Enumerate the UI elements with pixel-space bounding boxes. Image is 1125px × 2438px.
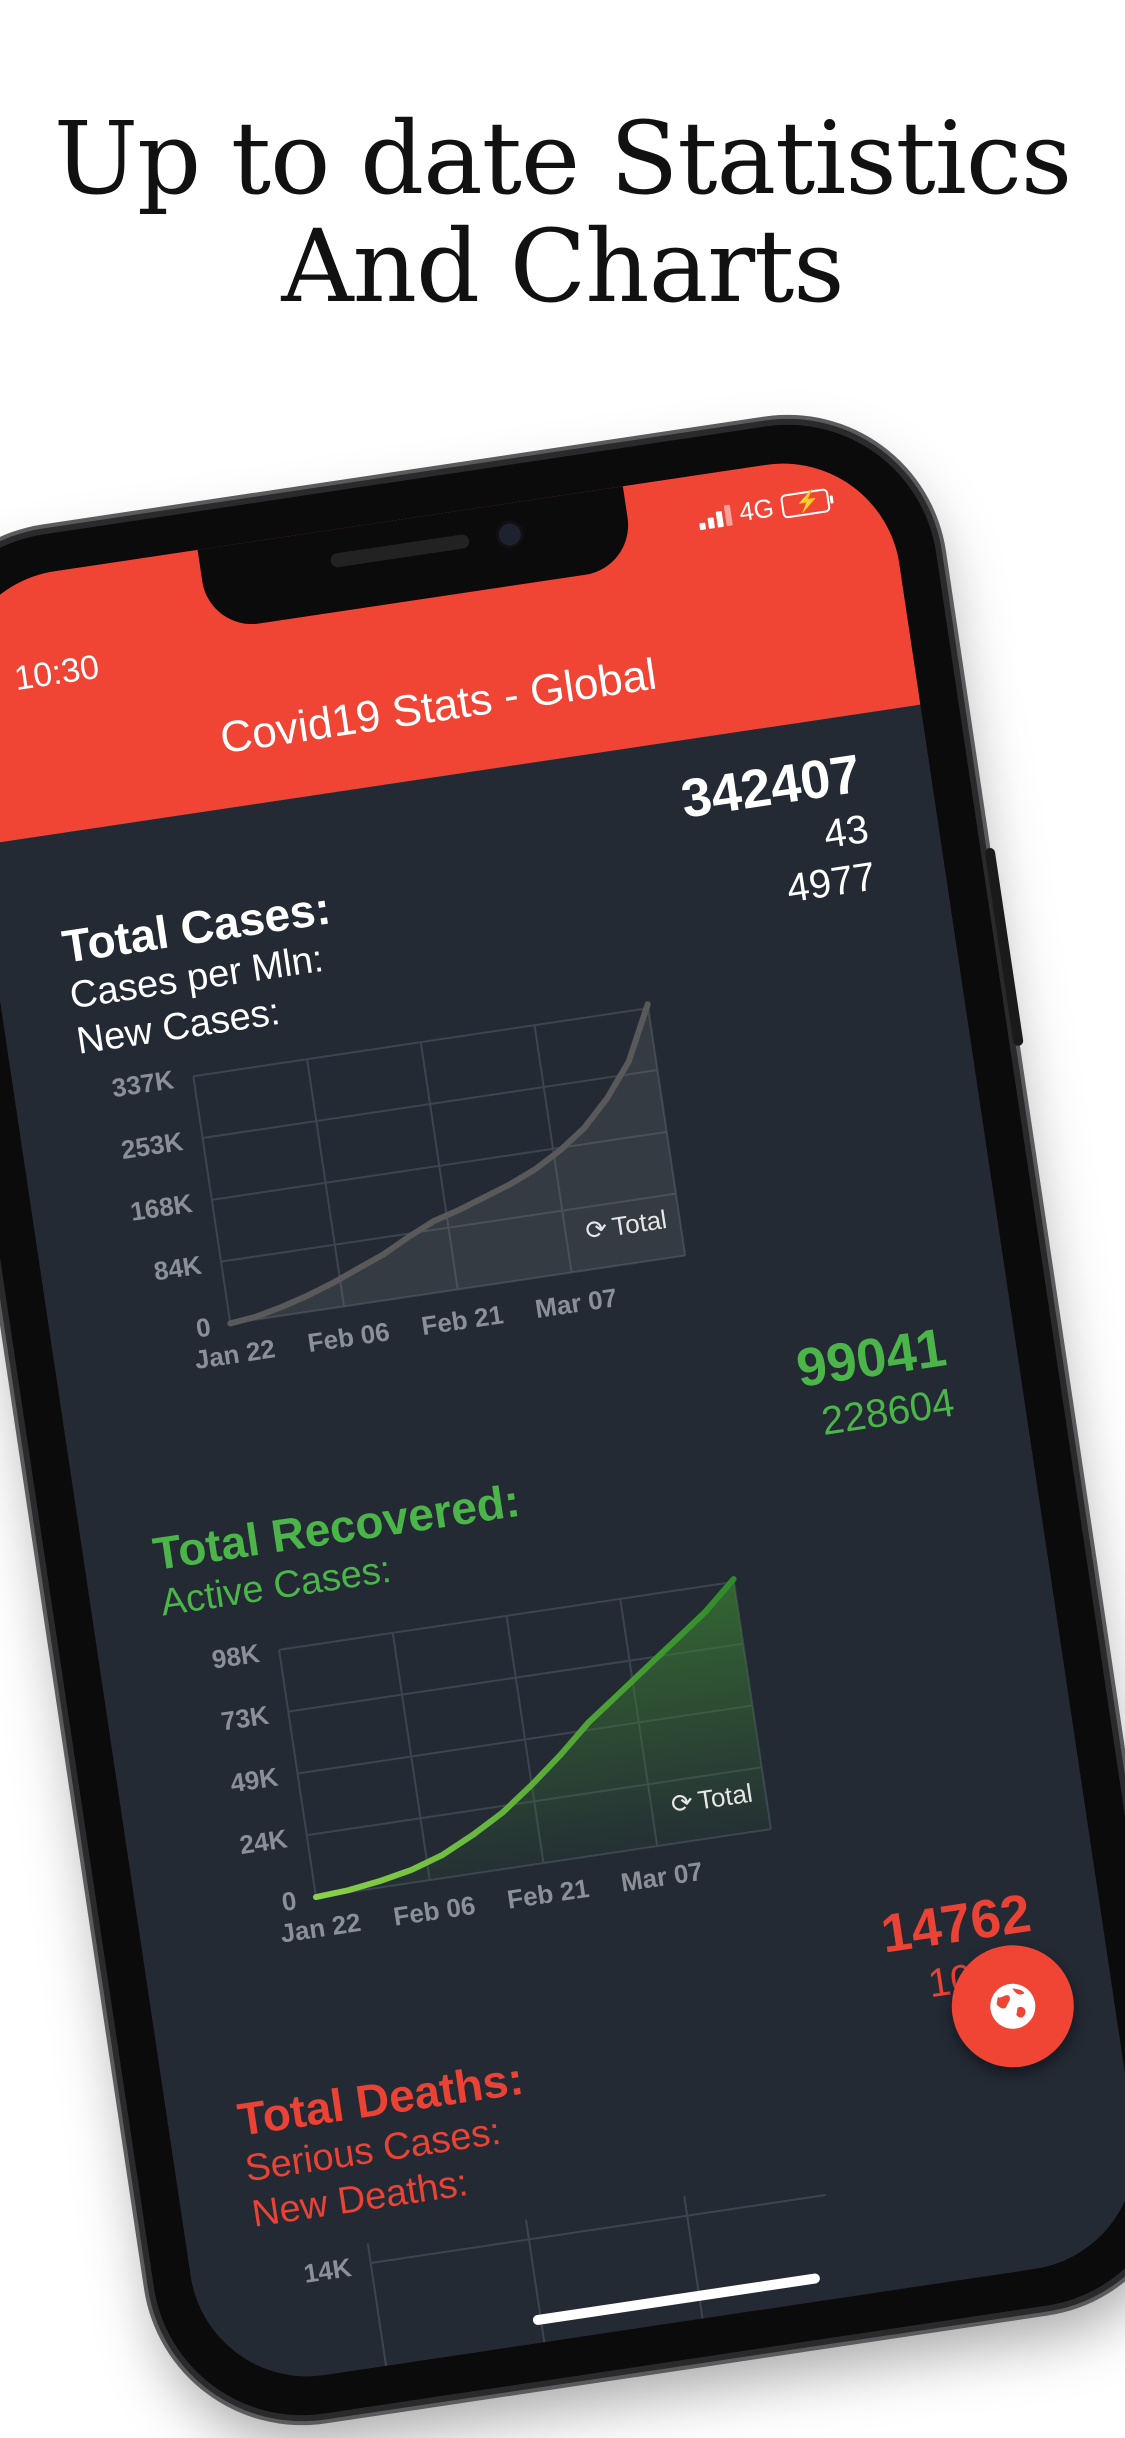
phone-frame: 10:30 4G ⚡ Covid19 Stats - Global 342407… <box>0 404 1125 2436</box>
recovered-chart-gridline-v <box>278 1649 317 1898</box>
network-label: 4G <box>737 492 776 528</box>
recovered-chart-y-tick-label: 73K <box>219 1700 271 1737</box>
signal-icon <box>697 503 734 530</box>
cases-chart-y-tick-label: 337K <box>110 1064 176 1103</box>
cases-chart-y-tick-label: 168K <box>128 1188 194 1227</box>
cases-chart-y-tick-label: 84K <box>152 1250 204 1287</box>
cases-chart-x-tick-label: Feb 06 <box>306 1316 392 1358</box>
recovered-chart-x-tick-label: Feb 06 <box>391 1890 477 1932</box>
power-button <box>984 847 1024 1047</box>
recovered-chart-x-tick-label: Mar 07 <box>619 1856 705 1898</box>
recovered-chart-y-tick-label: 49K <box>228 1762 280 1799</box>
recovered-chart[interactable]: 024K49K73K98K Jan 22 Feb 06 Feb 21 Mar 07 ⟳… <box>138 1559 798 1967</box>
recovered-chart-x-tick-label: Feb 21 <box>505 1873 591 1915</box>
cases-chart-y-tick-label: 253K <box>119 1126 185 1165</box>
phone-mockup: 10:30 4G ⚡ Covid19 Stats - Global 342407… <box>0 404 1125 2436</box>
cases-chart-gridline-v <box>192 1076 232 1324</box>
deaths-y-tick: 14K <box>302 2252 354 2289</box>
refresh-icon: ⟳ <box>583 1213 609 1246</box>
battery-icon: ⚡ <box>779 487 831 519</box>
globe-icon <box>990 1983 1036 2029</box>
front-camera <box>497 521 523 547</box>
status-time: 10:30 <box>11 647 102 699</box>
cases-per-mln-value: 43 <box>820 806 872 858</box>
speaker-grille <box>329 533 471 569</box>
cases-chart-y-tick-label: 0 <box>194 1312 213 1344</box>
status-indicators: 4G ⚡ <box>697 484 832 534</box>
recovered-chart-y-tick-label: 0 <box>280 1885 299 1917</box>
cases-chart-gridline-v <box>306 1059 345 1307</box>
headline: Up to date Statistics And Charts <box>0 105 1125 321</box>
recovered-chart-y-tick-label: 98K <box>210 1638 262 1675</box>
recovered-chart-y-tick-label: 24K <box>238 1823 290 1860</box>
cases-chart-x-tick-label: Feb 21 <box>419 1299 505 1341</box>
headline-line-2: And Charts <box>281 208 844 325</box>
recovered-chart-gridline-v <box>391 1632 431 1881</box>
cases-chart-x-tick-label: Mar 07 <box>533 1282 619 1324</box>
headline-line-1: Up to date Statistics <box>53 100 1072 217</box>
phone-screen: 10:30 4G ⚡ Covid19 Stats - Global 342407… <box>0 447 1125 2393</box>
new-cases-value: 4977 <box>783 854 879 912</box>
refresh-icon: ⟳ <box>669 1786 695 1819</box>
